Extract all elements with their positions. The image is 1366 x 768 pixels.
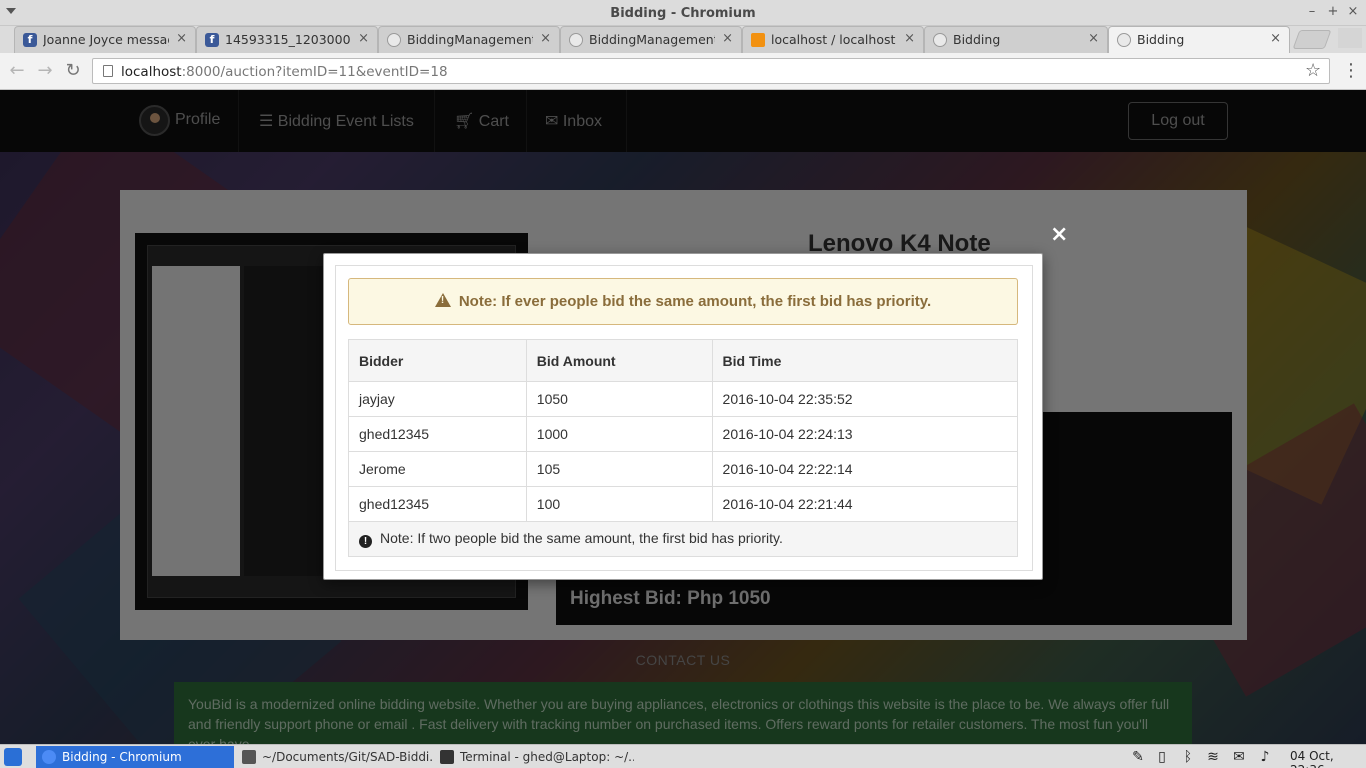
table-row: ghed12345 1000 2016-10-04 22:24:13 (348, 416, 1019, 452)
volume-icon[interactable]: ♪ (1257, 749, 1273, 765)
mail-icon[interactable]: ✉ (1231, 749, 1247, 765)
browser-tab-active[interactable]: Bidding × (1108, 26, 1290, 53)
tab-close-icon[interactable]: × (722, 31, 733, 46)
amount-cell: 100 (525, 486, 713, 522)
close-icon[interactable]: × (1050, 224, 1068, 246)
window-titlebar: Bidding - Chromium – + × (0, 0, 1366, 26)
browser-tab[interactable]: BiddingManagementS × (560, 26, 742, 53)
address-bar[interactable]: localhost:8000/auction?itemID=11&eventID… (92, 58, 1330, 84)
bluetooth-icon[interactable]: ᛒ (1180, 749, 1196, 765)
browser-toolbar: ← → ↻ localhost:8000/auction?itemID=11&e… (0, 53, 1366, 90)
url-text[interactable]: localhost:8000/auction?itemID=11&eventID… (121, 64, 448, 80)
tab-label: localhost / localhost / (771, 32, 897, 47)
bid-table: Bidder Bid Amount Bid Time jayjay 1050 2… (348, 339, 1019, 557)
tab-label: Bidding (1137, 32, 1185, 47)
tab-close-icon[interactable]: × (358, 31, 369, 46)
browser-tab[interactable]: f Joanne Joyce message × (14, 26, 196, 53)
table-row: jayjay 1050 2016-10-04 22:35:52 (348, 381, 1019, 417)
tab-label: Joanne Joyce message (43, 32, 169, 47)
tab-label: 14593315_12030000 (225, 32, 351, 47)
window-title: Bidding - Chromium (610, 6, 756, 21)
warning-icon (434, 293, 451, 307)
time-cell: 2016-10-04 22:21:44 (711, 486, 1019, 522)
facebook-icon: f (205, 33, 219, 47)
browser-tab[interactable]: Bidding × (924, 26, 1108, 53)
column-header: Bid Amount (525, 339, 713, 382)
taskbar-item-terminal[interactable]: Terminal - ghed@Laptop: ~/... (434, 746, 634, 768)
tab-label: Bidding (953, 32, 1001, 47)
globe-icon (569, 33, 583, 47)
time-cell: 2016-10-04 22:35:52 (711, 381, 1019, 417)
column-header: Bid Time (711, 339, 1019, 382)
new-tab-button[interactable] (1292, 30, 1332, 49)
globe-icon (933, 33, 947, 47)
start-menu-icon[interactable] (4, 748, 22, 766)
time-cell: 2016-10-04 22:22:14 (711, 451, 1019, 487)
tab-close-icon[interactable]: × (540, 31, 551, 46)
tab-close-icon[interactable]: × (1088, 31, 1099, 46)
clock[interactable]: 04 Oct, 22:36 (1290, 749, 1366, 768)
back-icon[interactable]: ← (6, 61, 28, 81)
terminal-icon (440, 750, 454, 764)
reload-icon[interactable]: ↻ (62, 61, 84, 81)
chromium-icon (42, 750, 56, 764)
tab-strip: f Joanne Joyce message × f 14593315_1203… (0, 26, 1366, 53)
tab-label: BiddingManagementS (589, 32, 715, 47)
bidder-cell: ghed12345 (348, 416, 527, 452)
bookmark-star-icon[interactable]: ☆ (1305, 60, 1321, 81)
globe-icon (1117, 33, 1131, 47)
table-row: ghed12345 100 2016-10-04 22:21:44 (348, 486, 1019, 522)
bidder-cell: Jerome (348, 451, 527, 487)
globe-icon (387, 33, 401, 47)
taskbar: Bidding - Chromium ~/Documents/Git/SAD-B… (0, 744, 1366, 768)
tab-close-icon[interactable]: × (176, 31, 187, 46)
amount-cell: 1050 (525, 381, 713, 417)
column-header: Bidder (348, 339, 527, 382)
browser-tab[interactable]: f 14593315_12030000 × (196, 26, 378, 53)
battery-icon[interactable]: ▯ (1154, 749, 1170, 765)
time-cell: 2016-10-04 22:24:13 (711, 416, 1019, 452)
page-icon (103, 65, 113, 77)
minimize-icon[interactable]: – (1303, 4, 1321, 19)
amount-cell: 105 (525, 451, 713, 487)
tab-label: BiddingManagementS (407, 32, 533, 47)
tab-close-icon[interactable]: × (904, 31, 915, 46)
taskbar-item-file-manager[interactable]: ~/Documents/Git/SAD-Biddi... (236, 746, 432, 768)
exclamation-circle-icon: ! (359, 535, 372, 548)
table-footer-row: ! Note: If two people bid the same amount… (348, 521, 1018, 557)
amount-cell: 1000 (525, 416, 713, 452)
folder-icon (242, 750, 256, 764)
bidder-cell: jayjay (348, 381, 527, 417)
notes-icon[interactable]: ✎ (1130, 749, 1146, 765)
maximize-icon[interactable]: + (1324, 4, 1342, 19)
bidder-cell: ghed12345 (348, 486, 527, 522)
table-header-row: Bidder Bid Amount Bid Time (348, 339, 1019, 382)
browser-profile-button[interactable] (1338, 28, 1362, 48)
browser-tab[interactable]: BiddingManagementS × (378, 26, 560, 53)
priority-alert: Note: If ever people bid the same amount… (348, 278, 1018, 325)
wifi-icon[interactable]: ≋ (1205, 749, 1221, 765)
alert-text: Note: If ever people bid the same amount… (458, 293, 932, 310)
forward-icon[interactable]: → (34, 61, 56, 81)
browser-tab[interactable]: localhost / localhost / × (742, 26, 924, 53)
phpmyadmin-icon (751, 33, 765, 47)
browser-menu-icon[interactable]: ⋮ (1342, 60, 1360, 81)
facebook-icon: f (23, 33, 37, 47)
footer-note: ! Note: If two people bid the same amount… (348, 521, 1018, 557)
table-row: Jerome 105 2016-10-04 22:22:14 (348, 451, 1019, 487)
taskbar-item-chromium[interactable]: Bidding - Chromium (36, 746, 234, 768)
close-window-icon[interactable]: × (1344, 4, 1362, 19)
tab-close-icon[interactable]: × (1270, 31, 1281, 46)
